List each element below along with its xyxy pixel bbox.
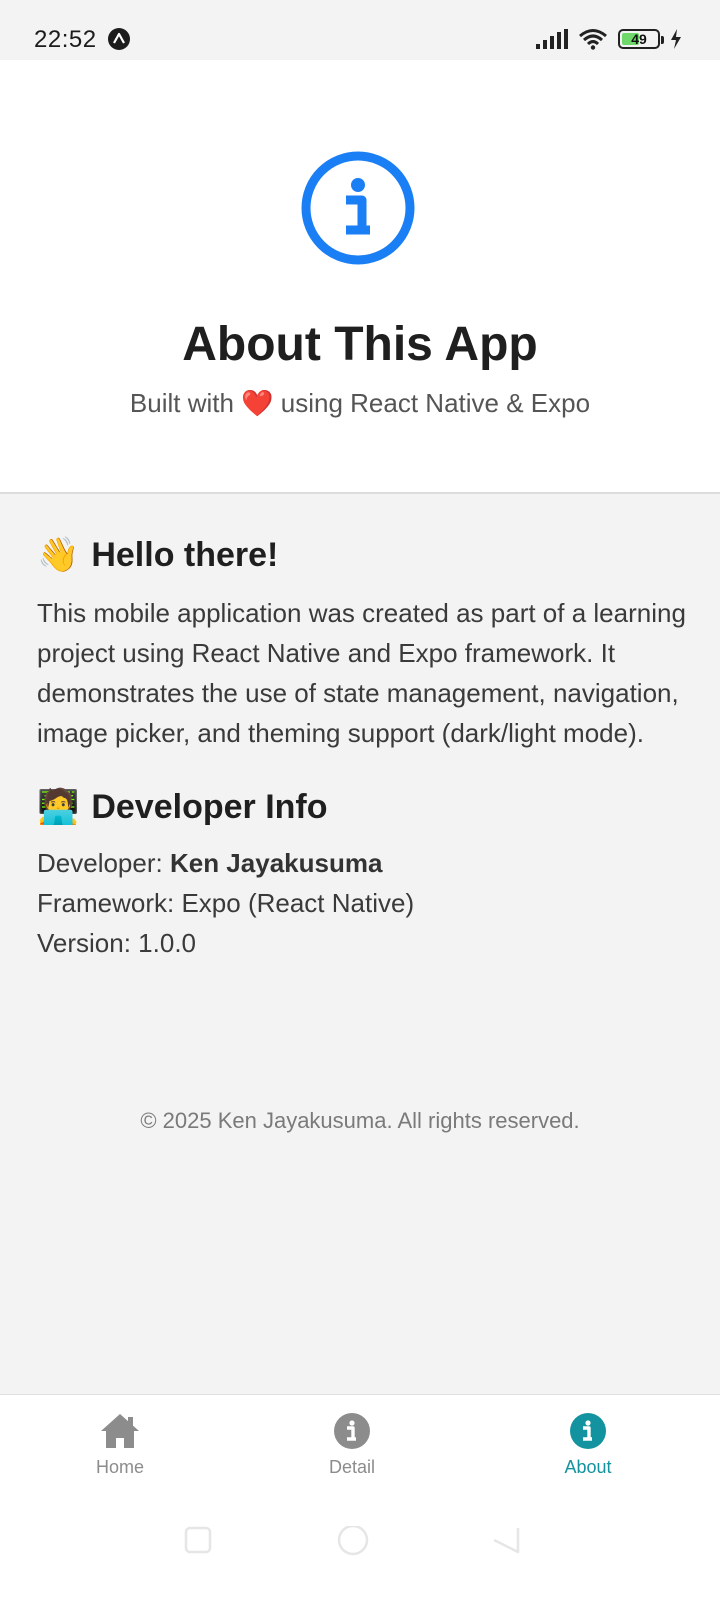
signal-icon [536, 29, 568, 49]
battery-icon: 49 [618, 29, 664, 49]
charging-icon [671, 29, 681, 49]
developer-label: Developer: [37, 848, 170, 878]
info-icon [570, 1413, 606, 1449]
tab-detail-label: Detail [328, 1457, 376, 1477]
page-title: About This App [182, 318, 538, 371]
tab-home-label: Home [95, 1457, 144, 1477]
info-circle-icon [301, 151, 415, 265]
developer-info-list: Developer: Ken Jayakusuma Framework: Exp… [37, 843, 687, 963]
developer-title: Developer Info [91, 787, 328, 826]
intro-section-title: 👋 Hello there! [37, 535, 687, 575]
copyright-text: © 2025 Ken Jayakusuma. All rights reserv… [140, 1108, 580, 1133]
developer-name: Ken Jayakusuma [169, 848, 383, 878]
battery-level: 49 [631, 31, 647, 47]
about-header: About This App Built with ❤️ using React… [0, 60, 720, 494]
wifi-icon [579, 29, 607, 50]
system-navigation-bar [0, 1494, 720, 1600]
waving-hand-icon: 👋 [37, 536, 80, 574]
back-icon[interactable] [490, 1526, 520, 1554]
tab-home[interactable]: Home [0, 1395, 240, 1495]
page-subtitle: Built with ❤️ using React Native & Expo [129, 388, 591, 418]
tab-about[interactable]: About [468, 1395, 708, 1495]
tab-detail[interactable]: Detail [232, 1395, 472, 1495]
intro-text: This mobile application was created as p… [37, 598, 686, 748]
home-icon [101, 1414, 139, 1448]
developer-section-title: 🧑‍💻 Developer Info [37, 787, 687, 827]
developer-icon: 🧑‍💻 [37, 788, 80, 826]
recents-icon[interactable] [184, 1526, 212, 1554]
bottom-tab-bar: Home Detail About [0, 1394, 720, 1494]
status-bar: 22:52 49 [0, 0, 720, 60]
info-icon [334, 1413, 370, 1449]
home-nav-icon[interactable] [335, 1526, 371, 1562]
expo-icon [108, 28, 130, 50]
intro-title: Hello there! [91, 535, 279, 574]
about-content: 👋 Hello there! This mobile application w… [37, 535, 687, 963]
tab-about-label: About [564, 1457, 612, 1477]
status-time: 22:52 [34, 26, 97, 53]
framework-line: Framework: Expo (React Native) [37, 888, 415, 918]
version-line: Version: 1.0.0 [37, 928, 196, 958]
developer-line: Developer: Ken Jayakusuma [37, 843, 687, 883]
